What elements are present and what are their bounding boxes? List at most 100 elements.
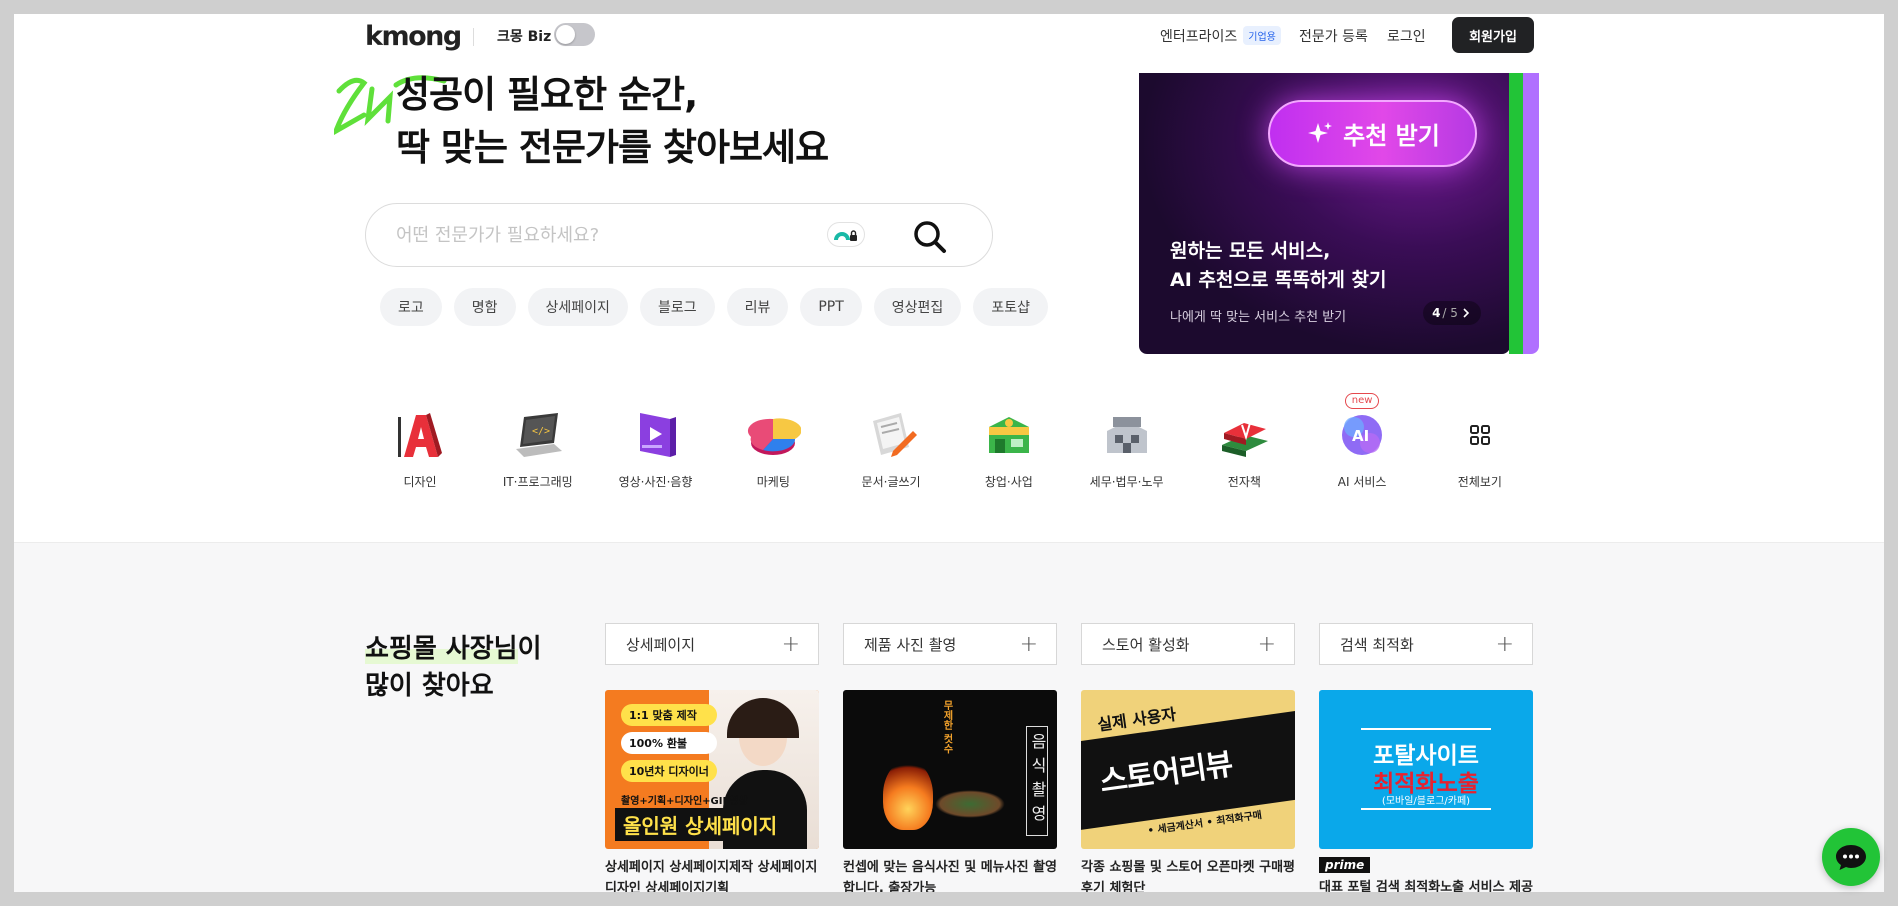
- secure-badge: [827, 222, 865, 247]
- category-label: 전자책: [1227, 475, 1261, 489]
- tag-button[interactable]: 스토어 활성화 +: [1081, 623, 1295, 665]
- chat-button[interactable]: [1822, 828, 1880, 886]
- pager-total: / 5: [1442, 306, 1458, 320]
- plus-icon: +: [781, 631, 800, 657]
- keyword-chip[interactable]: 블로그: [639, 288, 715, 326]
- recommend-button[interactable]: 추천 받기: [1268, 100, 1477, 167]
- tag-label: 스토어 활성화: [1102, 635, 1190, 654]
- hero-title: 성공이 필요한 순간, 딱 맞는 전문가를 찾아보세요: [396, 68, 829, 174]
- tag-label: 상세페이지: [626, 635, 696, 654]
- biz-toggle[interactable]: [554, 23, 595, 46]
- video-icon: [628, 407, 684, 463]
- category-business[interactable]: 창업·사업: [954, 407, 1064, 490]
- svg-text:</>: </>: [532, 426, 550, 437]
- category-all[interactable]: 전체보기: [1425, 407, 1535, 490]
- ai-recommend-banner[interactable]: 추천 받기 원하는 모든 서비스, AI 추천으로 똑똑하게 찾기 나에게 딱 …: [1139, 73, 1510, 354]
- keyword-chip[interactable]: 영상편집: [873, 288, 962, 326]
- prime-badge: prime: [1319, 857, 1371, 873]
- nav-login[interactable]: 로그인: [1387, 26, 1426, 46]
- category-label: AI 서비스: [1337, 475, 1387, 489]
- next-banner-peek: [1509, 73, 1523, 354]
- hero-title-line2: 딱 맞는 전문가를 찾아보세요: [396, 126, 829, 169]
- keyword-chip[interactable]: 포토샵: [973, 288, 1048, 326]
- service-card[interactable]: 포탈사이트 최적화노출 (모바일/블로그/카페) prime 대표 포털 검색 …: [1319, 690, 1533, 892]
- pager-current: 4: [1432, 306, 1441, 320]
- nav-register-expert[interactable]: 전문가 등록: [1299, 26, 1368, 46]
- tag-button[interactable]: 검색 최적화 +: [1319, 623, 1533, 665]
- category-ebook[interactable]: 전자책: [1189, 407, 1299, 490]
- search-input[interactable]: [396, 222, 836, 248]
- search-bar[interactable]: [365, 203, 993, 267]
- plus-icon: +: [1257, 631, 1276, 657]
- recommend-button-label: 추천 받기: [1343, 122, 1440, 150]
- store-icon: [981, 407, 1037, 463]
- service-thumbnail: 포탈사이트 최적화노출 (모바일/블로그/카페): [1319, 690, 1533, 849]
- card-title[interactable]: 상세페이지 상세페이지제작 상세페이지 디자인 상세페이지기획: [605, 857, 819, 892]
- plus-icon: +: [1019, 631, 1038, 657]
- category-label: 세무·법무·노무: [1089, 475, 1164, 489]
- category-label: IT·프로그래밍: [502, 475, 573, 489]
- thumb-small-text: 무제한 컷수: [941, 700, 952, 754]
- card-title[interactable]: 대표 포털 검색 최적화노출 서비스 제공: [1319, 877, 1533, 892]
- service-thumbnail: 무제한 컷수 음식촬영: [843, 690, 1057, 849]
- service-card[interactable]: 1:1 맞춤 제작 100% 환불 10년차 디자이너 촬영+기획+디자인+GI…: [605, 690, 819, 892]
- banner-subtitle: 나에게 딱 맞는 서비스 추천 받기: [1170, 310, 1347, 325]
- signup-button[interactable]: 회원가입: [1452, 17, 1534, 53]
- tag-button[interactable]: 상세페이지 +: [605, 623, 819, 665]
- document-icon: [863, 407, 919, 463]
- category-label: 창업·사업: [984, 475, 1033, 489]
- divider: [473, 28, 474, 46]
- divider: [1361, 728, 1491, 730]
- category-ai[interactable]: new AI AI 서비스: [1307, 393, 1417, 490]
- service-thumbnail: 실제 사용자 스토어리뷰 • 세금계산서 • 최적화구매: [1081, 690, 1295, 849]
- keyword-chip[interactable]: 로고: [380, 288, 442, 326]
- secure-lock-icon: [834, 230, 857, 241]
- banner-pager[interactable]: 4 / 5: [1423, 301, 1481, 325]
- tag-label: 검색 최적화: [1340, 635, 1414, 654]
- building-icon: [1099, 407, 1155, 463]
- category-design[interactable]: 디자인: [365, 407, 475, 490]
- chat-icon: [1836, 845, 1866, 870]
- keyword-chip[interactable]: 명함: [453, 288, 516, 326]
- keyword-chip[interactable]: 리뷰: [726, 288, 789, 326]
- sparkle-icon: [1308, 121, 1333, 143]
- enterprise-badge: 기업용: [1243, 26, 1281, 45]
- category-label: 전체보기: [1457, 475, 1502, 489]
- service-thumbnail: 1:1 맞춤 제작 100% 환불 10년차 디자이너 촬영+기획+디자인+GI…: [605, 690, 819, 849]
- svg-text:AI: AI: [1352, 427, 1369, 445]
- thumb-badge: 1:1 맞춤 제작: [621, 704, 717, 726]
- shop-title-rest: 이: [517, 634, 542, 664]
- nav-enterprise[interactable]: 엔터프라이즈 기업용: [1160, 26, 1281, 46]
- tag-button[interactable]: 제품 사진 촬영 +: [843, 623, 1057, 665]
- category-marketing[interactable]: 마케팅: [718, 407, 828, 490]
- keyword-chip[interactable]: 상세페이지: [527, 288, 628, 326]
- category-menu: 디자인 </> IT·프로그래밍 영상·사진·음향 마케팅 문서·글쓰기 창업·…: [365, 393, 1535, 490]
- shop-title-highlight: 쇼핑몰 사장님: [365, 634, 518, 664]
- divider: [1361, 808, 1491, 810]
- shop-section-title: 쇼핑몰 사장님이 많이 찾아요: [365, 631, 542, 705]
- service-card[interactable]: 실제 사용자 스토어리뷰 • 세금계산서 • 최적화구매 각종 쇼핑몰 및 스토…: [1081, 690, 1295, 892]
- card-title[interactable]: 각종 쇼핑몰 및 스토어 오픈마켓 구매평 후기 체험단: [1081, 857, 1295, 892]
- category-video[interactable]: 영상·사진·음향: [601, 407, 711, 490]
- kmong-logo[interactable]: kmong: [365, 21, 462, 52]
- biz-label: 크몽 Biz: [497, 29, 552, 45]
- shop-title-line2: 많이 찾아요: [365, 671, 494, 701]
- thumb-headline: 올인원 상세페이지: [615, 808, 786, 841]
- next-banner-peek: [1523, 73, 1539, 354]
- search-icon[interactable]: [910, 217, 950, 257]
- service-card[interactable]: 무제한 컷수 음식촬영 컨셉에 맞는 음식사진 및 메뉴사진 촬영합니다. 출장…: [843, 690, 1057, 892]
- category-it[interactable]: </> IT·프로그래밍: [483, 407, 593, 490]
- thumb-line3: (모바일/블로그/카페): [1381, 796, 1471, 807]
- keyword-chip[interactable]: PPT: [800, 288, 862, 326]
- page: kmong 크몽 Biz 엔터프라이즈 기업용 전문가 등록 로그인 회원가입 성…: [14, 14, 1884, 892]
- card-title[interactable]: 컨셉에 맞는 음식사진 및 메뉴사진 촬영합니다. 출장가능: [843, 857, 1057, 892]
- chevron-right-icon[interactable]: [1460, 307, 1472, 319]
- banner-title-line2: AI 추천으로 똑똑하게 찾기: [1170, 269, 1387, 291]
- tag-label: 제품 사진 촬영: [864, 635, 957, 654]
- thumb-headline: 음식촬영: [1026, 726, 1048, 836]
- ai-icon: AI: [1334, 407, 1390, 463]
- category-writing[interactable]: 문서·글쓰기: [836, 407, 946, 490]
- dish-image: [935, 790, 1005, 818]
- thumb-caption: 촬영+기획+디자인+GIF영상: [621, 796, 748, 807]
- category-legal[interactable]: 세무·법무·노무: [1072, 407, 1182, 490]
